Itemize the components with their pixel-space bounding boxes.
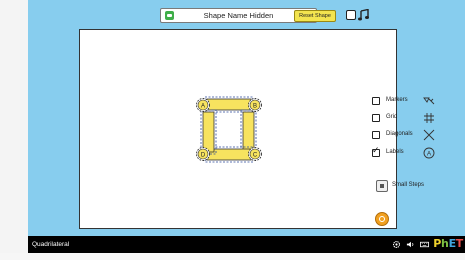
top-toolbar: Shape Name Hidden Reset Shape: [28, 8, 465, 26]
grid-checkbox[interactable]: [372, 114, 380, 122]
settings-gear-icon[interactable]: [392, 240, 401, 249]
markers-label: Markers: [386, 97, 408, 103]
side-ab[interactable]: [206, 98, 252, 111]
sim-title: Quadrilateral: [32, 241, 70, 248]
side-da[interactable]: [202, 111, 215, 153]
vertex-label-c: C: [253, 152, 258, 158]
app-root: Shape Name Hidden Reset Shape A B C D Ma…: [0, 0, 465, 260]
reset-all-button[interactable]: [375, 212, 389, 226]
quadrilateral-graphic: A B C D: [196, 96, 262, 163]
small-steps-control[interactable]: Small Steps: [376, 180, 456, 194]
diagonals-label: Diagonals: [386, 131, 413, 137]
left-margin: [0, 0, 28, 260]
bottom-margin: [0, 253, 465, 260]
side-bc[interactable]: [242, 111, 255, 153]
phet-logo[interactable]: PhET: [433, 237, 463, 250]
labels-icon: A: [423, 147, 435, 159]
small-steps-label: Small Steps: [392, 182, 425, 188]
svg-text:A: A: [427, 150, 432, 157]
play-area: A B C D: [79, 29, 397, 229]
simulation-screen: Shape Name Hidden Reset Shape A B C D Ma…: [28, 0, 465, 253]
vertex-a[interactable]: A: [196, 98, 210, 112]
checkbox-icon[interactable]: [346, 10, 356, 20]
nav-icons: PhET: [385, 236, 465, 253]
vertex-c[interactable]: C: [248, 147, 262, 161]
grid-control[interactable]: Grid: [372, 113, 462, 125]
reset-shape-button[interactable]: Reset Shape: [294, 10, 336, 22]
vertex-d[interactable]: D: [196, 147, 210, 161]
vertex-label-b: B: [253, 103, 257, 109]
quadrilateral: A B C D: [196, 96, 262, 163]
small-steps-toggle[interactable]: [376, 180, 388, 192]
vertex-label-d: D: [201, 152, 206, 158]
diagonals-icon: [423, 129, 435, 141]
vertex-label-a: A: [201, 103, 205, 109]
audio-speaker-icon[interactable]: [406, 240, 415, 249]
diagonals-checkbox[interactable]: [372, 131, 380, 139]
labels-checkbox[interactable]: [372, 146, 380, 157]
shape-name-label: Shape Name Hidden: [203, 11, 274, 20]
music-note-icon[interactable]: [358, 9, 369, 21]
labels-control[interactable]: Labels A: [372, 146, 462, 160]
markers-icon: [423, 97, 435, 105]
navigation-bar: Quadrilateral PhET: [28, 236, 465, 253]
keyboard-icon[interactable]: [420, 240, 429, 249]
vertex-b[interactable]: B: [248, 98, 262, 112]
grid-label: Grid: [386, 114, 398, 120]
grid-icon: [424, 113, 434, 123]
markers-control[interactable]: Markers: [372, 96, 462, 108]
markers-checkbox[interactable]: [372, 97, 380, 105]
diagonals-control[interactable]: Diagonals: [372, 129, 462, 142]
labels-label: Labels: [386, 149, 404, 155]
